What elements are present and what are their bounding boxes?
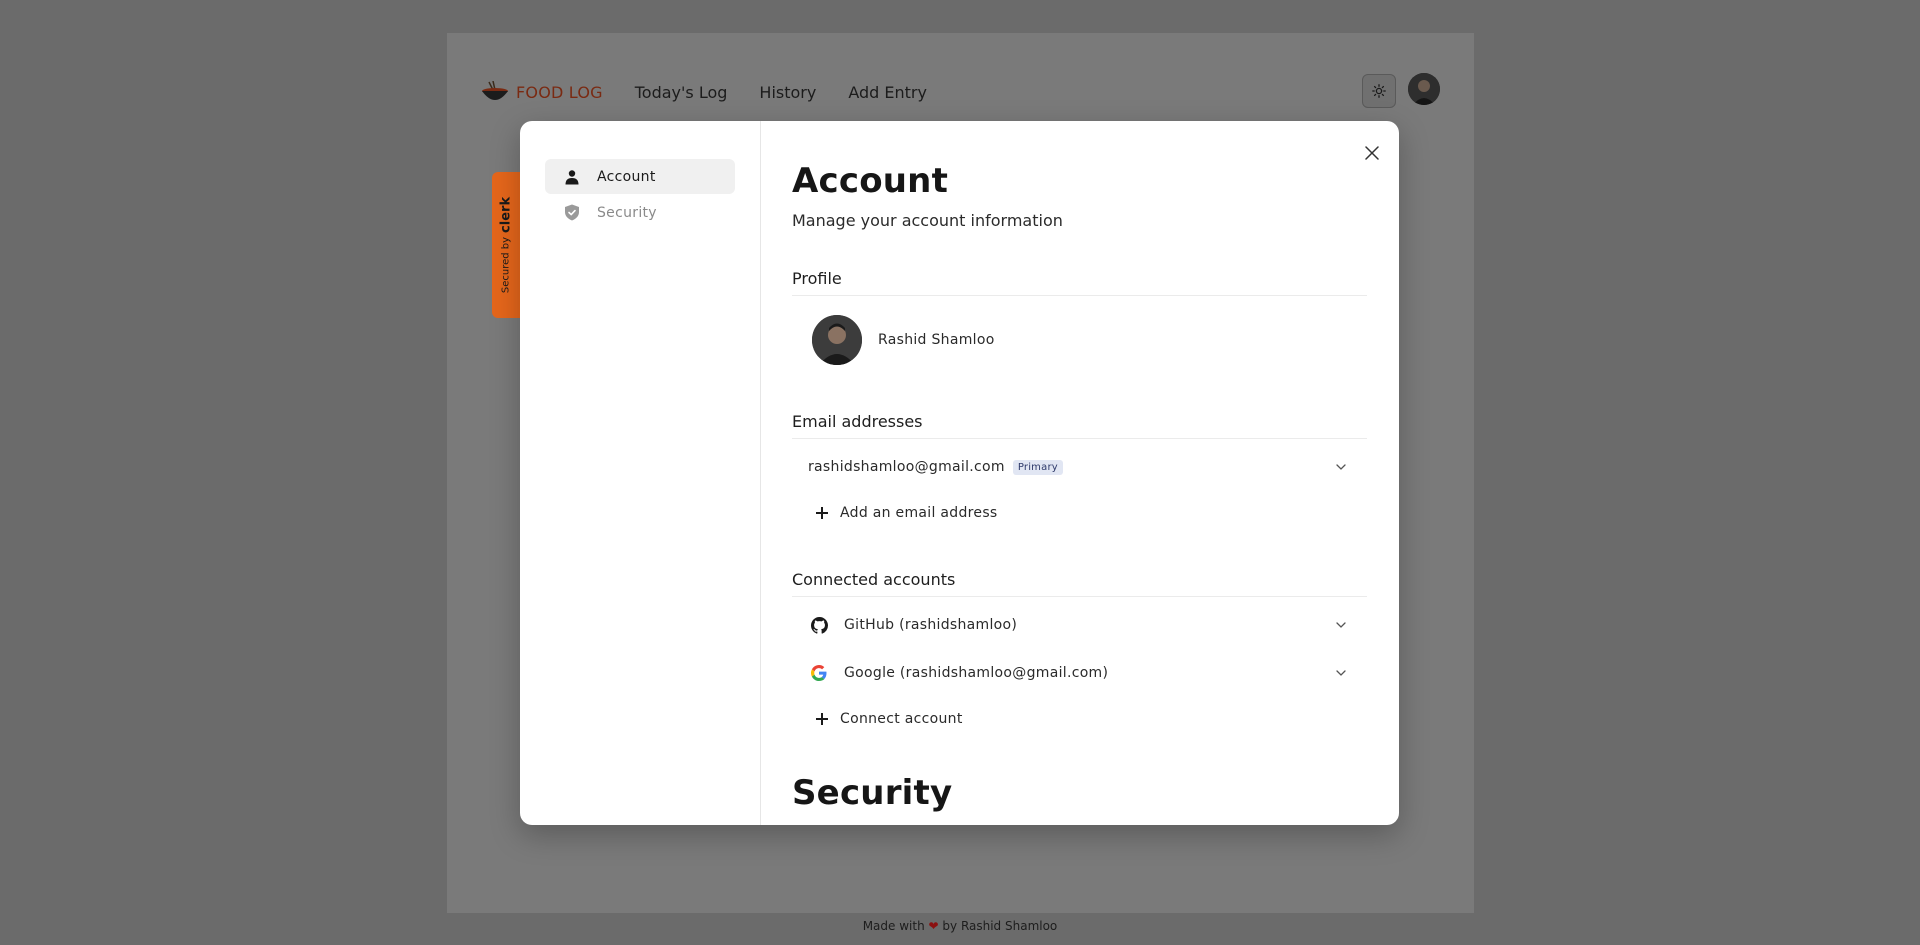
add-email-label: Add an email address xyxy=(840,505,998,521)
nav-add-entry[interactable]: Add Entry xyxy=(848,83,927,102)
security-title: Security xyxy=(792,773,953,813)
theme-toggle-button[interactable] xyxy=(1362,74,1396,108)
chevron-down-icon xyxy=(1336,670,1346,676)
connect-account-label: Connect account xyxy=(840,711,963,727)
nav-todays-log[interactable]: Today's Log xyxy=(635,83,728,102)
modal-sidebar: Account Security xyxy=(520,121,761,825)
app-header: FOOD LOG Today's Log History Add Entry xyxy=(480,72,1920,112)
profile-row[interactable]: Rashid Shamloo xyxy=(812,315,995,365)
sidebar-item-account[interactable]: Account xyxy=(545,159,735,194)
plus-icon xyxy=(816,507,828,519)
google-icon xyxy=(810,664,828,682)
connect-account-button[interactable]: Connect account xyxy=(792,701,1367,737)
footer: Made with ❤ by Rashid Shamloo xyxy=(0,919,1920,933)
primary-badge: Primary xyxy=(1012,459,1063,475)
user-avatar-button[interactable] xyxy=(1408,73,1440,105)
secured-by-text: Secured by xyxy=(500,236,512,294)
connected-account-label: GitHub (rashidshamloo) xyxy=(844,617,1018,633)
sidebar-item-security[interactable]: Security xyxy=(545,195,735,230)
github-icon xyxy=(810,616,828,634)
footer-text-after: by Rashid Shamloo xyxy=(942,919,1058,933)
avatar xyxy=(1408,73,1440,105)
close-icon xyxy=(1365,146,1379,160)
sidebar-item-label: Account xyxy=(597,168,656,185)
shield-icon xyxy=(563,204,581,222)
sidebar-item-label: Security xyxy=(597,204,657,221)
clerk-badge[interactable]: Secured by clerk xyxy=(492,172,520,318)
connected-account-github[interactable]: GitHub (rashidshamloo) xyxy=(792,607,1367,643)
nav-history[interactable]: History xyxy=(759,83,816,102)
user-profile-modal: Account Security Account Manage your acc… xyxy=(520,121,1399,825)
close-button[interactable] xyxy=(1360,141,1384,165)
plus-icon xyxy=(816,713,828,725)
avatar xyxy=(812,315,862,365)
connected-account-label: Google (rashidshamloo@gmail.com) xyxy=(844,665,1109,681)
main-nav: Today's Log History Add Entry xyxy=(635,83,927,102)
clerk-logo: clerk xyxy=(498,196,514,233)
chevron-down-icon xyxy=(1336,622,1346,628)
profile-name: Rashid Shamloo xyxy=(878,332,995,348)
page-title: Account xyxy=(792,161,949,201)
heart-icon: ❤ xyxy=(928,919,939,933)
bowl-icon xyxy=(480,80,510,103)
email-heading: Email addresses xyxy=(792,412,1367,439)
footer-text-before: Made with xyxy=(862,919,925,933)
app-logo[interactable]: FOOD LOG xyxy=(480,80,603,103)
email-address: rashidshamloo@gmail.com xyxy=(808,459,1005,475)
connected-accounts-heading: Connected accounts xyxy=(792,570,1367,597)
user-icon xyxy=(563,168,581,186)
connected-account-google[interactable]: Google (rashidshamloo@gmail.com) xyxy=(792,655,1367,691)
add-email-button[interactable]: Add an email address xyxy=(792,495,1367,531)
sun-icon xyxy=(1372,84,1386,98)
chevron-down-icon xyxy=(1336,464,1346,470)
email-row[interactable]: rashidshamloo@gmail.com Primary xyxy=(792,449,1367,485)
profile-heading: Profile xyxy=(792,269,1367,296)
page-subtitle: Manage your account information xyxy=(792,211,1063,230)
app-logo-text: FOOD LOG xyxy=(516,82,603,102)
